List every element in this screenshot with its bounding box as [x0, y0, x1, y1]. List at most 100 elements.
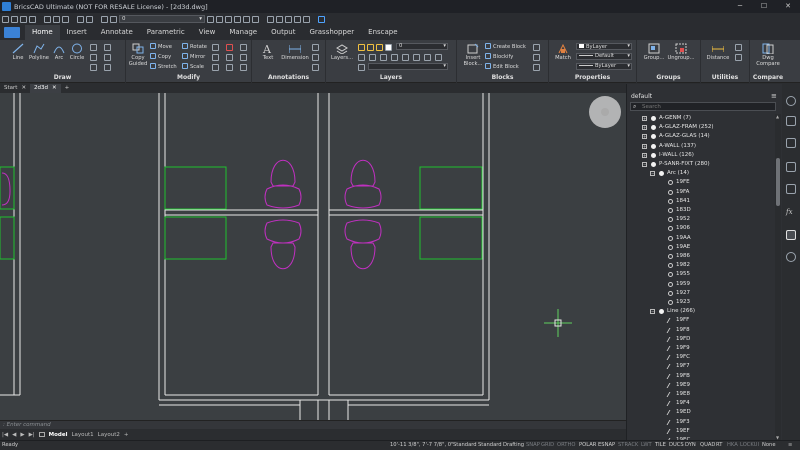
layer-color-swatch-icon[interactable]: [385, 44, 392, 51]
match-button[interactable]: Match: [552, 43, 574, 61]
layer-on-icon[interactable]: [358, 44, 365, 51]
collapse-icon[interactable]: −: [650, 309, 655, 315]
erase-icon[interactable]: [276, 15, 283, 23]
layer-state-dropdown[interactable]: ▾: [368, 63, 448, 70]
status-ortho[interactable]: ORTHO: [557, 441, 575, 450]
tab-manage[interactable]: Manage: [222, 25, 264, 40]
select-similar-icon[interactable]: [234, 15, 241, 23]
status-tile[interactable]: TILE: [655, 441, 666, 450]
status-strack[interactable]: STRACK: [618, 441, 638, 450]
status-rt[interactable]: RT: [716, 441, 722, 450]
close-icon[interactable]: ✕: [52, 84, 57, 93]
layer-off-icon[interactable]: [380, 54, 387, 61]
distance-button[interactable]: Distance: [704, 43, 732, 61]
app-menu-button[interactable]: [4, 27, 20, 38]
drawing-canvas[interactable]: [0, 93, 626, 420]
create-block-button[interactable]: Create Block: [485, 43, 526, 50]
navigation-wheel-icon[interactable]: [589, 96, 621, 128]
expand-icon[interactable]: +: [642, 116, 647, 121]
layer-state-icon[interactable]: [101, 15, 108, 23]
join-icon[interactable]: [226, 64, 233, 71]
print-preview-icon[interactable]: [53, 15, 60, 23]
ungroup-button[interactable]: Ungroup...: [667, 43, 695, 61]
rectangle-icon[interactable]: [90, 44, 97, 51]
expand-icon[interactable]: +: [642, 125, 647, 131]
table-icon[interactable]: [303, 15, 310, 23]
layer-delete-icon[interactable]: [424, 54, 431, 61]
id-point-icon[interactable]: [735, 54, 742, 61]
lightbulb-icon[interactable]: [786, 96, 796, 106]
edit-block-button[interactable]: Edit Block: [485, 63, 519, 70]
expand-icon[interactable]: +: [642, 143, 647, 149]
status-hka[interactable]: HKA: [727, 441, 738, 450]
qat-layer-dropdown[interactable]: 0 ▾: [119, 15, 205, 23]
attachment-icon[interactable]: [786, 162, 796, 172]
workspace-icon[interactable]: [294, 15, 301, 23]
block-table-icon[interactable]: [533, 54, 540, 61]
line-button[interactable]: Line: [8, 43, 28, 61]
tab-layout1[interactable]: Layout1: [71, 432, 93, 438]
layer-match-icon[interactable]: [391, 54, 398, 61]
panel-scrollbar[interactable]: ▲ ▼: [775, 114, 781, 440]
scroll-thumb[interactable]: [776, 158, 780, 206]
array-icon[interactable]: [212, 44, 219, 51]
layer-state-icon[interactable]: [358, 64, 365, 71]
tool-palette-icon[interactable]: [786, 184, 796, 194]
view-icon[interactable]: [252, 15, 259, 23]
doc-tab-start[interactable]: Start ✕: [0, 84, 30, 93]
calculator-icon[interactable]: [735, 44, 742, 51]
layer-unisolate-icon[interactable]: [435, 54, 442, 61]
status-menu-icon[interactable]: ≡: [788, 441, 792, 450]
leader-icon[interactable]: [312, 44, 319, 51]
layer-merge-icon[interactable]: [413, 54, 420, 61]
layout-list-icon[interactable]: [38, 432, 45, 437]
match-prop-icon[interactable]: [216, 15, 223, 23]
close-icon[interactable]: ✕: [21, 84, 26, 93]
ellipse-icon[interactable]: [90, 64, 97, 71]
status-selection-filter[interactable]: None: [762, 441, 776, 450]
select-icon[interactable]: [225, 15, 232, 23]
table-icon[interactable]: [312, 54, 319, 61]
tab-parametric[interactable]: Parametric: [140, 25, 192, 40]
save-icon[interactable]: [20, 15, 27, 23]
group-button[interactable]: Group...: [641, 43, 667, 61]
layer-walk-icon[interactable]: [402, 54, 409, 61]
polygon-icon[interactable]: [104, 44, 111, 51]
erase-icon[interactable]: [226, 44, 233, 51]
explode-icon[interactable]: [212, 64, 219, 71]
trim-icon[interactable]: [226, 54, 233, 61]
snap-icon[interactable]: [207, 15, 214, 23]
rotate-button[interactable]: Rotate: [182, 43, 207, 50]
scroll-down-icon[interactable]: ▼: [776, 435, 779, 440]
panel-menu-icon[interactable]: ≡: [771, 92, 777, 100]
status-workspace[interactable]: Drafting: [503, 441, 524, 450]
tab-output[interactable]: Output: [264, 25, 302, 40]
markup-icon[interactable]: [312, 64, 319, 71]
circle-button[interactable]: Circle: [68, 43, 86, 61]
blockify-button[interactable]: Blockify: [485, 53, 513, 60]
add-layout-icon[interactable]: +: [124, 432, 129, 438]
status-esnap[interactable]: ESNAP: [598, 441, 615, 450]
layer-previous-icon[interactable]: [358, 54, 365, 61]
drawing-viewport[interactable]: [0, 93, 626, 420]
save-as-icon[interactable]: [29, 15, 36, 23]
next-layout-icon[interactable]: ▶: [20, 432, 24, 438]
status-polar[interactable]: POLAR: [579, 441, 596, 450]
doc-tab-2d3d[interactable]: 2d3d ✕: [30, 84, 61, 93]
status-lockui[interactable]: LOCKUI: [740, 441, 759, 450]
text-button[interactable]: A Text: [258, 43, 278, 61]
mirror-button[interactable]: Mirror: [182, 53, 205, 60]
first-layout-icon[interactable]: |◀: [2, 432, 8, 438]
expand-icon[interactable]: +: [642, 134, 647, 140]
scale-button[interactable]: Scale: [182, 63, 204, 70]
copy-guided-button[interactable]: Copy Guided: [128, 43, 148, 67]
lineweight-dropdown[interactable]: ByLayer ▾: [576, 63, 632, 70]
tab-enscape[interactable]: Enscape: [361, 25, 404, 40]
redo-icon[interactable]: [86, 15, 93, 23]
status-quad[interactable]: QUAD: [700, 441, 715, 450]
insert-block-button[interactable]: Insert Block...: [461, 43, 485, 67]
copy-button[interactable]: Copy: [150, 53, 171, 60]
polyline-button[interactable]: Polyline: [28, 43, 50, 61]
close-button[interactable]: ✕: [776, 0, 800, 13]
color-dropdown[interactable]: ByLayer ▾: [576, 43, 632, 50]
